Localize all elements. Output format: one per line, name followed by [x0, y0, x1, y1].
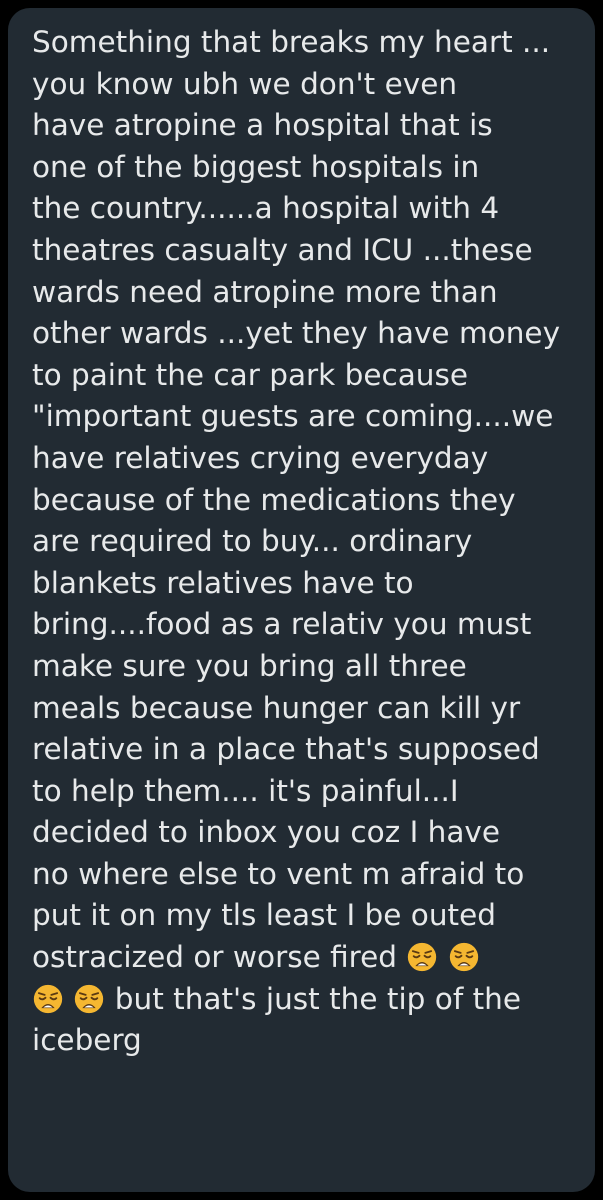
message-line: make sure you bring all three: [32, 648, 467, 683]
message-line: one of the biggest hospitals in: [32, 149, 480, 184]
message-line: Something that breaks my heart ...: [32, 25, 551, 59]
message-text: Something that breaks my heart ... you k…: [32, 22, 579, 1062]
message-line-text: but that's just the tip of the: [114, 981, 521, 1016]
message-line: other wards ...yet they have money: [32, 316, 561, 351]
message-line: to paint the car park because: [32, 357, 469, 392]
weary-face-icon: [407, 942, 437, 972]
message-line: iceberg: [32, 1023, 142, 1058]
message-line: are required to buy... ordinary: [32, 524, 473, 559]
message-line: you know ubh we don't even: [32, 66, 458, 101]
message-line: put it on my tls least I be outed: [32, 898, 496, 933]
message-line: theatres casualty and ICU ...these: [32, 232, 533, 267]
message-line: the country......a hospital with 4: [32, 191, 500, 226]
message-line: have relatives crying everyday: [32, 440, 489, 475]
message-line: blankets relatives have to: [32, 565, 414, 600]
message-line-text: ostracized or worse fired: [32, 940, 407, 975]
message-line: no where else to vent m afraid to: [32, 856, 525, 891]
message-line: but that's just the tip of the: [32, 979, 579, 1021]
message-line: meals because hunger can kill yr: [32, 690, 521, 725]
message-line: relative in a place that's supposed: [32, 732, 540, 767]
message-line: ostracized or worse fired: [32, 937, 579, 979]
message-line: because of the medications they: [32, 482, 516, 517]
weary-face-icon: [74, 984, 104, 1014]
message-line: to help them.... it's painful...I: [32, 773, 459, 808]
message-line: "important guests are coming....we: [32, 399, 554, 434]
message-line: have atropine a hospital that is: [32, 108, 493, 143]
message-line: decided to inbox you coz I have: [32, 815, 501, 850]
message-line: wards need atropine more than: [32, 274, 498, 309]
message-line: bring....food as a relativ you must: [32, 607, 532, 642]
weary-face-icon: [449, 942, 479, 972]
dm-message-bubble[interactable]: Something that breaks my heart ... you k…: [8, 8, 595, 1192]
weary-face-icon: [33, 984, 63, 1014]
